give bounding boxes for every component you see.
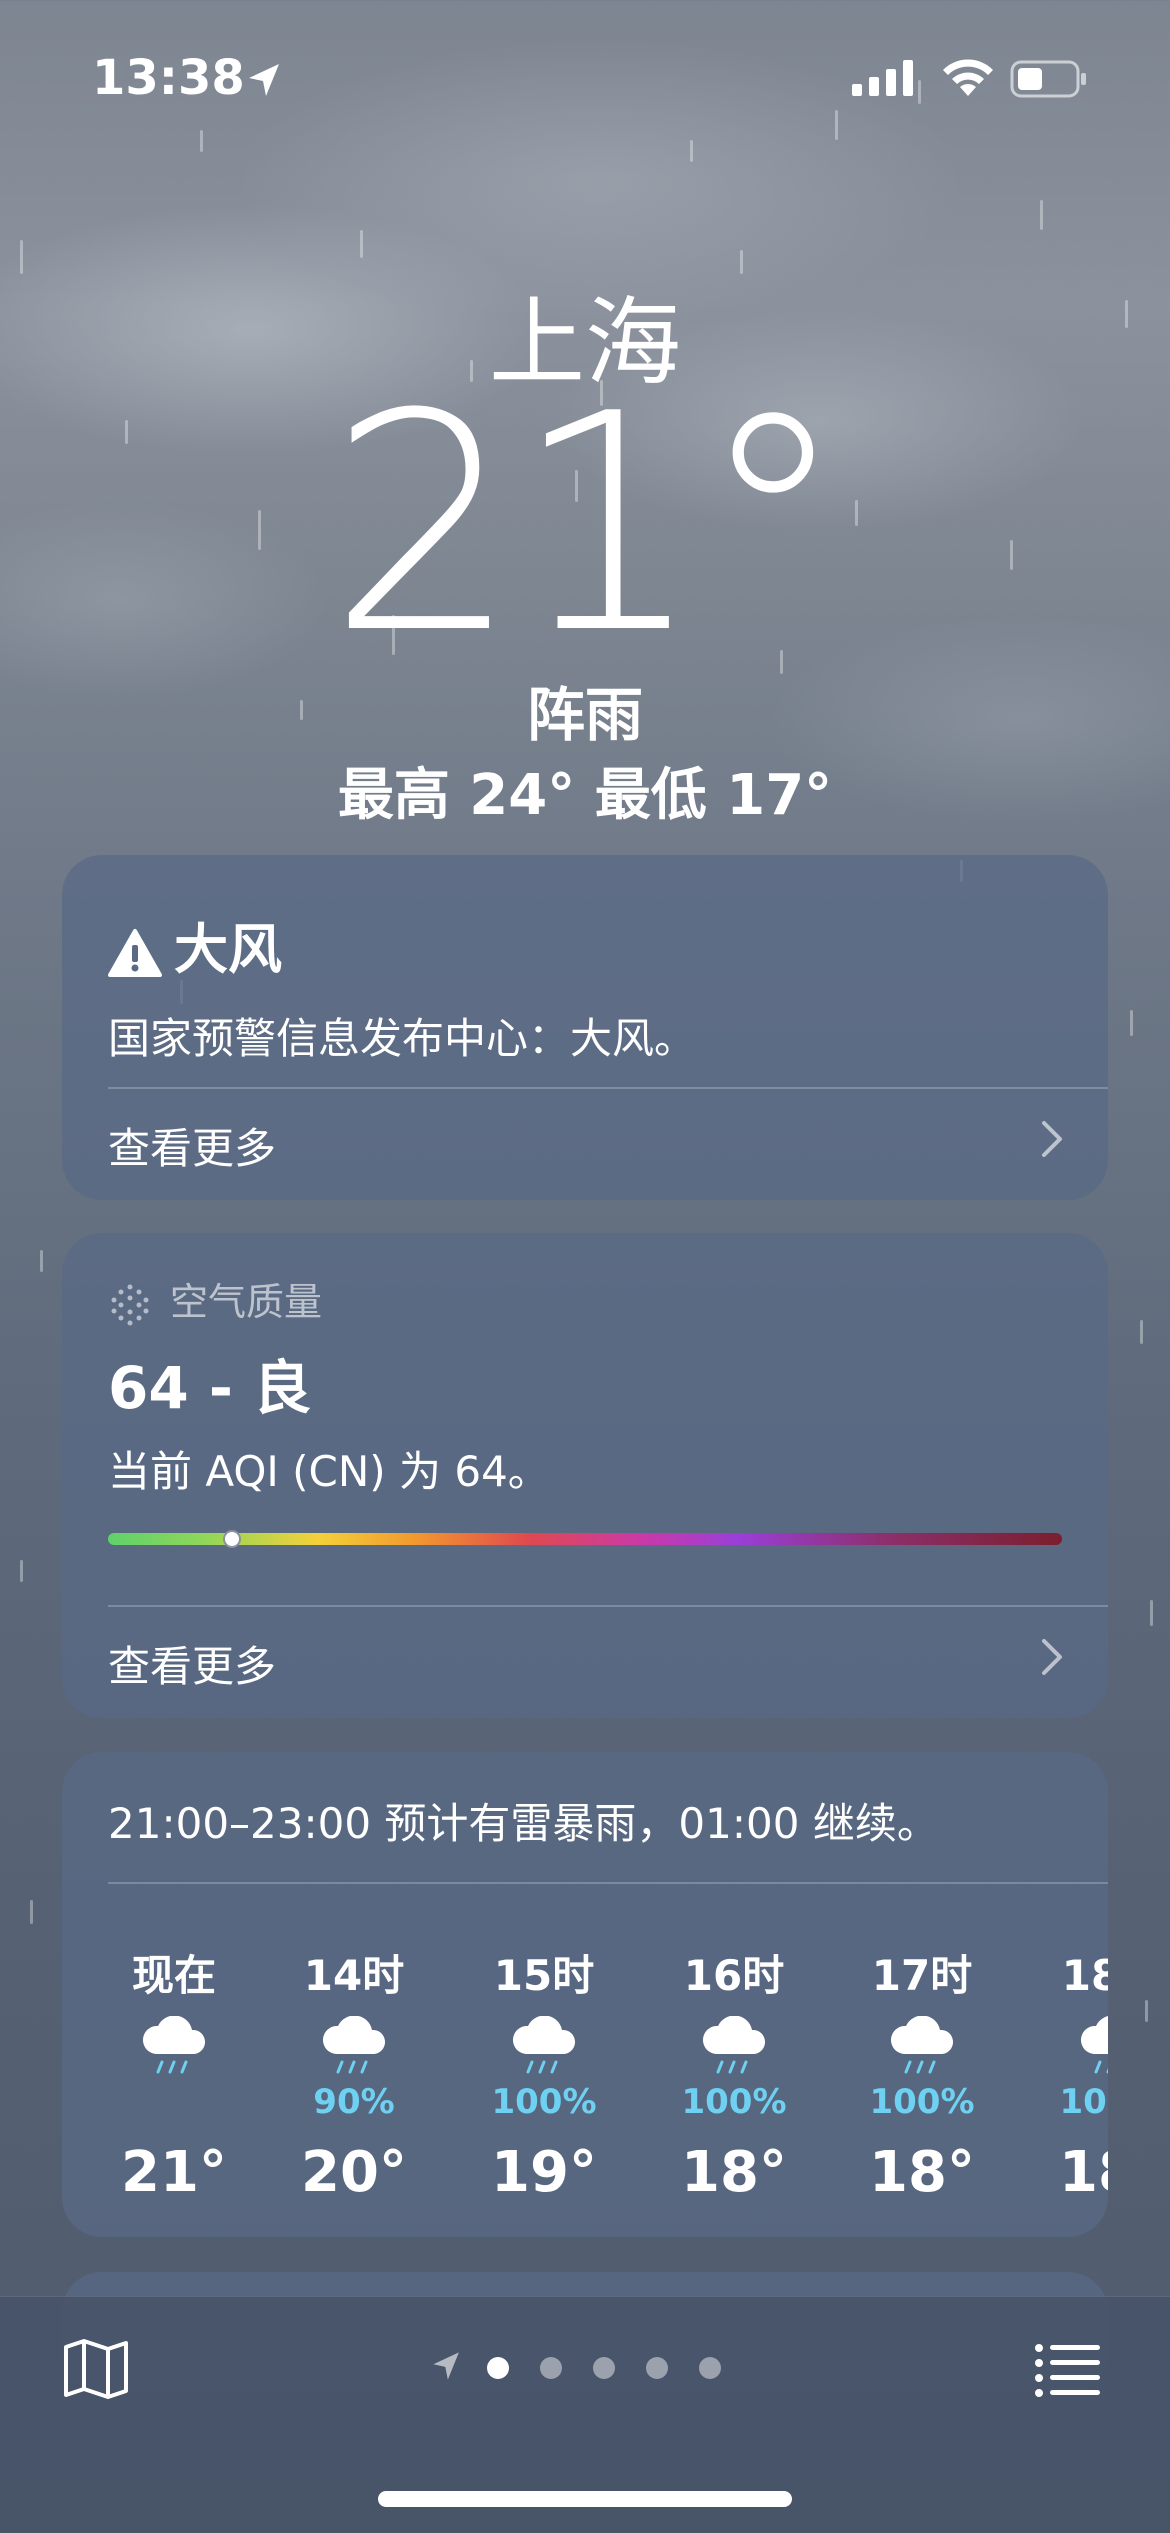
hour-label: 17时 bbox=[871, 1951, 973, 2000]
map-icon[interactable] bbox=[62, 2337, 130, 2401]
cellular-signal-icon bbox=[852, 60, 913, 96]
weather-condition: 阵雨 bbox=[526, 681, 643, 749]
rain-cloud-icon bbox=[459, 2002, 629, 2082]
alert-body: 国家预警信息发布中心：大风。 bbox=[108, 1014, 697, 1063]
alert-title: 大风 bbox=[174, 918, 282, 981]
hour-label: 现在 bbox=[131, 1951, 216, 2000]
chevron-right-icon bbox=[1042, 1639, 1062, 1675]
hour-label: 15时 bbox=[493, 1951, 595, 2000]
rain-cloud-icon bbox=[837, 2002, 1007, 2082]
page-dot[interactable] bbox=[699, 2357, 721, 2379]
hourly-forecast-card[interactable]: 21:00–23:00 预计有雷暴雨，01:00 继续。 现在 21° 14时 90%… bbox=[62, 1752, 1108, 2237]
hour-label: 18时 bbox=[1061, 1951, 1108, 2000]
hour-temperature: 20° bbox=[301, 2140, 407, 2205]
precipitation-chance: 90% bbox=[313, 2082, 395, 2122]
aqi-scale-bar bbox=[108, 1533, 1062, 1545]
hour-column: 18时 100% 18° bbox=[1027, 1942, 1108, 2205]
aqi-level-indicator bbox=[223, 1530, 242, 1548]
wifi-icon bbox=[943, 59, 993, 96]
location-arrow-icon bbox=[249, 64, 279, 96]
precipitation-chance: 100% bbox=[681, 2082, 787, 2122]
hour-temperature: 18° bbox=[681, 2140, 787, 2205]
battery-icon bbox=[1010, 60, 1086, 98]
precipitation-chance: 100% bbox=[869, 2082, 975, 2122]
forecast-summary: 21:00–23:00 预计有雷暴雨，01:00 继续。 bbox=[108, 1799, 939, 1848]
rain-cloud-icon bbox=[649, 2002, 819, 2082]
aqi-value: 64 - 良 bbox=[108, 1354, 312, 1422]
rain-cloud-icon bbox=[269, 2002, 439, 2082]
hour-column: 17时 100% 18° bbox=[837, 1942, 1007, 2205]
hour-temperature: 19° bbox=[491, 2140, 597, 2205]
alert-title-row: 大风 bbox=[108, 905, 282, 984]
page-dot[interactable] bbox=[593, 2357, 615, 2379]
weather-alert-card[interactable]: 大风 国家预警信息发布中心：大风。 查看更多 bbox=[62, 855, 1108, 1200]
page-dot[interactable] bbox=[646, 2357, 668, 2379]
page-dot[interactable] bbox=[487, 2357, 509, 2379]
alert-see-more-button[interactable]: 查看更多 bbox=[108, 1089, 1108, 1189]
warning-icon bbox=[108, 929, 162, 978]
page-dot[interactable] bbox=[540, 2357, 562, 2379]
divider bbox=[108, 1882, 1108, 1884]
status-bar: 13:38 bbox=[0, 50, 1170, 110]
air-quality-card[interactable]: 空气质量 64 - 良 当前 AQI (CN) 为 64。 查看更多 bbox=[62, 1233, 1108, 1718]
air-quality-icon bbox=[111, 1284, 149, 1325]
rain-cloud-icon bbox=[89, 2002, 259, 2082]
air-quality-title: 空气质量 bbox=[170, 1280, 323, 1324]
bottom-toolbar bbox=[0, 2296, 1170, 2533]
hour-temperature: 18° bbox=[869, 2140, 975, 2205]
aqi-description: 当前 AQI (CN) 为 64。 bbox=[108, 1447, 550, 1496]
air-quality-see-more-button[interactable]: 查看更多 bbox=[108, 1607, 1108, 1707]
see-more-label: 查看更多 bbox=[108, 1642, 277, 1691]
hour-label: 16时 bbox=[683, 1951, 785, 2000]
hourly-forecast-list[interactable]: 现在 21° 14时 90% 20° 15时 100% 19° 16时 100% 18° 17时 100… bbox=[62, 1942, 1108, 2222]
precipitation-chance bbox=[89, 2082, 259, 2126]
hour-column: 16时 100% 18° bbox=[649, 1942, 819, 2205]
high-low-temperature: 最高 24° 最低 17° bbox=[337, 763, 833, 828]
current-temperature: 21° bbox=[328, 350, 848, 699]
list-icon[interactable] bbox=[1034, 2343, 1100, 2397]
hour-column: 15时 100% 19° bbox=[459, 1942, 629, 2205]
precipitation-chance: 100% bbox=[491, 2082, 597, 2122]
hour-temperature: 21° bbox=[121, 2140, 227, 2205]
rain-cloud-icon bbox=[1027, 2002, 1108, 2082]
air-quality-header: 空气质量 bbox=[108, 1271, 322, 1327]
hour-label: 14时 bbox=[303, 1951, 405, 2000]
status-time: 13:38 bbox=[92, 50, 245, 106]
precipitation-chance: 100% bbox=[1059, 2082, 1108, 2122]
home-indicator[interactable] bbox=[378, 2491, 792, 2507]
location-arrow-icon bbox=[433, 2352, 459, 2380]
hour-column: 14时 90% 20° bbox=[269, 1942, 439, 2205]
chevron-right-icon bbox=[1042, 1121, 1062, 1157]
hour-temperature: 18° bbox=[1059, 2140, 1108, 2205]
see-more-label: 查看更多 bbox=[108, 1124, 277, 1173]
hour-column: 现在 21° bbox=[89, 1942, 259, 2205]
